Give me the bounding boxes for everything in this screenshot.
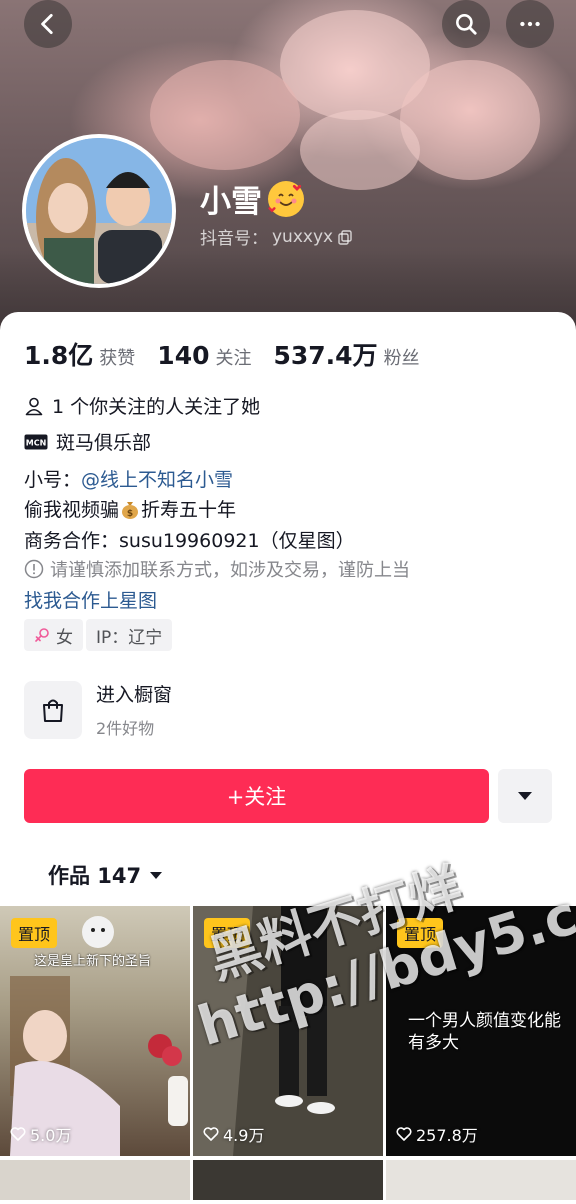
- shop-window-entry[interactable]: 进入橱窗 2件好物: [24, 680, 172, 739]
- likes-count: 4.9万: [223, 1126, 265, 1145]
- more-button[interactable]: [506, 0, 554, 48]
- gender-text: 女: [56, 627, 73, 648]
- search-icon: [456, 14, 477, 35]
- business-text: 商务合作：susu19960921（仅星图）: [24, 530, 355, 552]
- douyin-id-value: yuxxyx: [272, 226, 334, 247]
- copy-icon[interactable]: [337, 229, 353, 245]
- stat-following[interactable]: 140 关注: [157, 341, 251, 370]
- banner-flower: [400, 60, 540, 180]
- likes-count: 257.8万: [416, 1126, 478, 1145]
- mutual-follow-row[interactable]: 1 个你关注的人关注了她: [24, 392, 260, 419]
- money-bag-icon: $: [122, 501, 139, 519]
- shop-title: 进入橱窗: [96, 684, 173, 706]
- tab-works[interactable]: 作品 147: [48, 860, 163, 890]
- stat-likes[interactable]: 1.8亿 获赞: [24, 336, 135, 372]
- caret-down-icon: [150, 871, 163, 879]
- banner-flower: [300, 110, 420, 190]
- avatar[interactable]: [22, 134, 176, 288]
- video-caption: 一个男人颜值变化能有多大: [408, 1011, 561, 1053]
- bio-text-suffix: 折寿五十年: [141, 499, 237, 521]
- alt-account-row: 小号： @线上不知名小雪: [24, 465, 233, 492]
- pinned-badge: 置顶: [204, 918, 251, 948]
- xingtu-link[interactable]: 找我合作上星图: [24, 586, 157, 613]
- shop-icon-box: [24, 680, 82, 739]
- pinned-badge: 置顶: [397, 918, 444, 948]
- video-thumbnail[interactable]: 置顶 一个男人颜值变化能有多大 257.8万: [386, 906, 576, 1156]
- mcn-icon: MCN: [24, 434, 48, 449]
- gender-tag: 女: [24, 619, 83, 651]
- alt-account-label: 小号：: [24, 469, 82, 491]
- mutual-follow-text: 1 个你关注的人关注了她: [52, 396, 261, 418]
- stat-value: 1.8亿: [24, 341, 94, 370]
- info-circle-icon: [24, 559, 44, 579]
- female-icon: [35, 628, 49, 642]
- heart-icon: [10, 1127, 26, 1141]
- caret-down-icon: [518, 792, 532, 800]
- mcn-row[interactable]: MCN 斑马俱乐部: [24, 428, 151, 455]
- smiling-hearts-emoji-icon: [268, 180, 304, 217]
- follow-button[interactable]: +关注: [24, 769, 489, 823]
- stat-value: 140: [157, 341, 210, 370]
- warning-row: 请谨慎添加联系方式，如涉及交易，谨防上当: [24, 556, 410, 582]
- video-thumbnail[interactable]: [193, 1160, 383, 1200]
- banner-flower: [150, 60, 300, 170]
- video-caption: 这是皇上新下的圣旨: [34, 954, 152, 969]
- video-likes: 257.8万: [396, 1122, 478, 1146]
- avatar-photo: [26, 138, 172, 284]
- bio-text-prefix: 偷我视频骗: [24, 499, 120, 521]
- heart-icon: [396, 1127, 412, 1141]
- video-thumbnail[interactable]: [386, 1160, 576, 1200]
- stat-label: 关注: [215, 348, 252, 369]
- stat-followers[interactable]: 537.4万 粉丝: [273, 336, 419, 372]
- video-thumbnail[interactable]: [0, 1160, 190, 1200]
- back-arrow-icon: [41, 13, 53, 35]
- stat-label: 获赞: [99, 348, 136, 369]
- mcn-name: 斑马俱乐部: [56, 432, 152, 454]
- profile-card: 1.8亿 获赞 140 关注 537.4万 粉丝 1 个你关注的人关注了她 MCN 斑…: [0, 312, 576, 1204]
- search-button[interactable]: [442, 0, 490, 48]
- back-button[interactable]: [24, 0, 72, 48]
- nickname: 小雪: [200, 176, 304, 221]
- ip-tag: IP：辽宁: [86, 619, 173, 651]
- bio-line: 偷我视频骗 $ 折寿五十年: [24, 495, 236, 522]
- svg-text:MCN: MCN: [26, 438, 47, 447]
- warning-text: 请谨慎添加联系方式，如涉及交易，谨防上当: [50, 560, 410, 581]
- nickname-text: 小雪: [200, 184, 262, 220]
- stats-row: 1.8亿 获赞 140 关注 537.4万 粉丝: [24, 336, 420, 372]
- more-dots-icon: [520, 21, 540, 27]
- works-tab-label: 作品 147: [48, 864, 142, 888]
- heart-icon: [203, 1127, 219, 1141]
- video-thumbnail[interactable]: 置顶 4.9万: [193, 906, 383, 1156]
- shop-subtitle: 2件好物: [96, 719, 155, 738]
- video-thumbnail[interactable]: 置顶 这是皇上新下的圣旨 5.0万: [0, 906, 190, 1156]
- business-row: 商务合作：susu19960921（仅星图）: [24, 526, 355, 553]
- stat-label: 粉丝: [383, 348, 420, 369]
- alt-account-link[interactable]: @线上不知名小雪: [81, 465, 233, 492]
- video-likes: 4.9万: [203, 1122, 264, 1146]
- likes-count: 5.0万: [30, 1126, 72, 1145]
- pinned-badge: 置顶: [11, 918, 58, 948]
- video-likes: 5.0万: [10, 1122, 71, 1146]
- person-icon: [25, 397, 43, 415]
- svg-text:$: $: [127, 509, 133, 519]
- douyin-id[interactable]: 抖音号： yuxxyx: [200, 224, 353, 249]
- shopping-bag-icon: [43, 699, 63, 722]
- douyin-id-label: 抖音号：: [200, 229, 268, 249]
- recommend-dropdown-button[interactable]: [498, 769, 552, 823]
- stat-value: 537.4万: [273, 341, 378, 370]
